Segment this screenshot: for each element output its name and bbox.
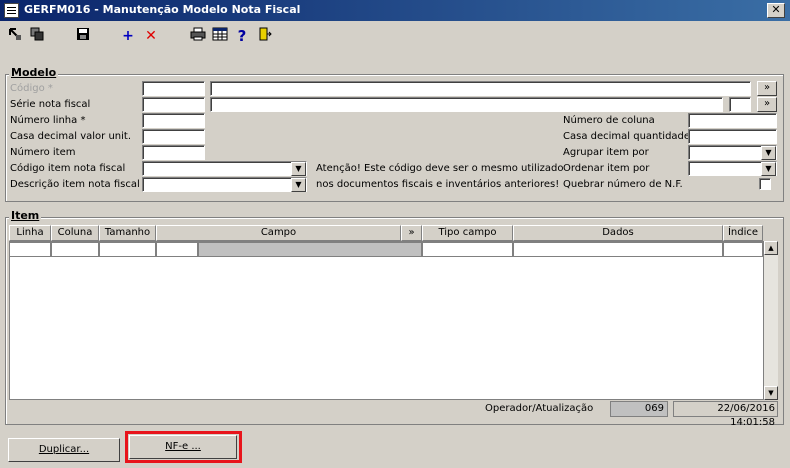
row-tamanho-cell[interactable]: [99, 242, 156, 257]
serie-code-input[interactable]: [729, 97, 751, 112]
quebrar-label: Quebrar número de N.F.: [563, 179, 683, 190]
duplicar-button[interactable]: Duplicar...: [8, 438, 120, 462]
exit-icon[interactable]: [256, 27, 274, 45]
nfe-button[interactable]: NF-e ...: [129, 435, 237, 459]
codigo-item-select[interactable]: [142, 161, 307, 176]
nfe-button-label: NF-e ...: [165, 441, 201, 452]
numero-linha-label: Número linha *: [10, 115, 86, 126]
app-icon: [4, 3, 19, 18]
atencao-line2: nos documentos fiscais e inventários ant…: [316, 179, 560, 190]
codigo-input[interactable]: [142, 81, 205, 96]
col-campo[interactable]: Campo: [156, 225, 401, 241]
numero-item-input[interactable]: [142, 145, 205, 160]
casa-decimal-qtd-input[interactable]: [688, 129, 777, 144]
descricao-item-select[interactable]: [142, 177, 307, 192]
col-dados[interactable]: Dados: [513, 225, 723, 241]
row-campo-desc-cell[interactable]: [198, 242, 422, 257]
numero-coluna-label: Número de coluna: [563, 115, 655, 126]
modelo-legend: Modelo: [9, 66, 59, 79]
ordenar-dropdown-icon[interactable]: ▼: [761, 162, 776, 176]
item-legend: Item: [9, 209, 42, 222]
save-icon[interactable]: [74, 27, 92, 45]
timestamp-field: 22/06/2016 14:01:58: [673, 401, 778, 428]
col-indice[interactable]: Índice: [723, 225, 763, 241]
codigo-item-dropdown-icon[interactable]: ▼: [291, 162, 306, 176]
serie-description-input[interactable]: [210, 97, 723, 112]
row-linha-cell[interactable]: [9, 242, 51, 257]
scroll-down-icon[interactable]: ▼: [764, 386, 778, 400]
add-icon[interactable]: +: [119, 27, 137, 45]
col-tipo-campo[interactable]: Tipo campo: [422, 225, 513, 241]
duplicar-button-label: Duplicar...: [38, 444, 90, 455]
ordenar-label: Ordenar item por: [563, 163, 650, 174]
col-coluna[interactable]: Coluna: [51, 225, 99, 241]
delete-icon[interactable]: ✕: [142, 27, 160, 45]
descricao-item-dropdown-icon[interactable]: ▼: [291, 178, 306, 192]
item-scrollbar[interactable]: [764, 241, 778, 400]
operador-code-field: 069: [610, 401, 668, 417]
codigo-more-button[interactable]: »: [757, 81, 777, 96]
scroll-up-icon[interactable]: ▲: [764, 241, 778, 255]
col-campo-more-button[interactable]: »: [401, 225, 422, 241]
agrupar-dropdown-icon[interactable]: ▼: [761, 146, 776, 160]
col-linha[interactable]: Linha: [9, 225, 51, 241]
row-dados-cell[interactable]: [513, 242, 723, 257]
quebrar-checkbox[interactable]: [759, 178, 771, 190]
row-campo-code-cell[interactable]: [156, 242, 198, 257]
help-icon[interactable]: ?: [233, 27, 251, 45]
back-icon[interactable]: [6, 27, 24, 45]
serie-label: Série nota fiscal: [10, 99, 91, 110]
copy-icon[interactable]: [28, 27, 46, 45]
numero-linha-input[interactable]: [142, 113, 205, 128]
col-tamanho[interactable]: Tamanho: [99, 225, 156, 241]
numero-coluna-input[interactable]: [688, 113, 777, 128]
serie-input[interactable]: [142, 97, 205, 112]
print-icon[interactable]: [189, 27, 207, 45]
casa-decimal-qtd-label: Casa decimal quantidade: [563, 131, 691, 142]
window-title: GERFM016 - Manutenção Modelo Nota Fiscal: [24, 3, 301, 16]
codigo-description-input[interactable]: [210, 81, 751, 96]
codigo-label: Código *: [10, 83, 53, 94]
codigo-item-label: Código item nota fiscal: [10, 163, 126, 174]
agrupar-label: Agrupar item por: [563, 147, 649, 158]
descricao-item-label: Descrição item nota fiscal: [10, 179, 140, 190]
serie-more-button[interactable]: »: [757, 97, 777, 112]
row-coluna-cell[interactable]: [51, 242, 99, 257]
close-button[interactable]: ✕: [767, 3, 785, 18]
table-icon[interactable]: [211, 27, 229, 45]
numero-item-label: Número item: [10, 147, 76, 158]
row-tipo-campo-cell[interactable]: [422, 242, 513, 257]
operador-label: Operador/Atualização: [485, 403, 594, 414]
atencao-line1: Atenção! Este código deve ser o mesmo ut…: [316, 163, 564, 174]
casa-decimal-valor-input[interactable]: [142, 129, 205, 144]
row-indice-cell[interactable]: [723, 242, 763, 257]
title-bar: GERFM016 - Manutenção Modelo Nota Fiscal…: [0, 0, 790, 21]
item-grid[interactable]: [9, 241, 764, 400]
casa-decimal-valor-label: Casa decimal valor unit.: [10, 131, 132, 142]
